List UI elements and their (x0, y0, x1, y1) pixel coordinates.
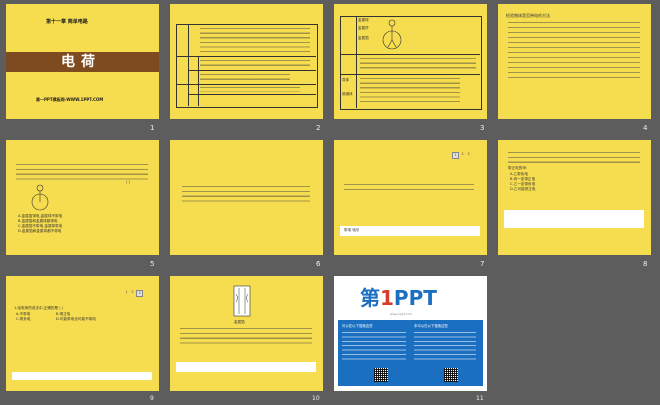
link-list-left (342, 332, 406, 362)
text-lines (180, 328, 312, 344)
table-divider (356, 16, 357, 108)
page-indicator: 1 2 3 (452, 152, 471, 159)
slide-thumbnail-9[interactable]: 1 2 3 1.给电荷的说法中,正确的是 ( ) A.不带电 B.带正电 C.带… (6, 276, 159, 391)
page-1[interactable]: 1 (452, 152, 459, 159)
text-lines (200, 87, 300, 92)
table-divider (340, 74, 480, 75)
slide-thumbnail-2[interactable] (170, 4, 323, 119)
text-lines (508, 22, 640, 82)
text-lines (360, 78, 460, 102)
experiment-figure (233, 285, 251, 317)
text-lines (508, 152, 640, 164)
answer-box (504, 210, 644, 228)
label-metal-foil: 金属箔 (358, 36, 369, 40)
chapter-heading: 第十一章 简单电路 (46, 19, 88, 25)
text-lines (344, 184, 474, 192)
text-lines (200, 74, 290, 82)
electroscope-figure (31, 184, 49, 211)
answer-box (176, 362, 316, 372)
slide-number-10: 10 (312, 395, 320, 402)
table-divider (188, 70, 316, 71)
slide-number-11: 11 (476, 395, 484, 402)
page-2[interactable]: 2 (130, 290, 135, 295)
slide-number-2: 2 (316, 124, 321, 132)
option-c: C.带负电 (16, 317, 31, 321)
figure-caption: 金属箔 (234, 320, 245, 324)
qr-code-icon (444, 368, 458, 382)
slide-thumbnail-10[interactable]: 金属箔 (170, 276, 323, 391)
page-1[interactable]: 1 (124, 290, 129, 295)
table-divider (340, 54, 480, 55)
slide-number-3: 3 (480, 124, 485, 132)
slide-thumbnail-7[interactable]: 1 2 3 带电 吸引 (334, 140, 487, 255)
right-panel-title: 本可以在以下搜索这些 (414, 324, 448, 328)
logo-char-ppt: PPT (393, 286, 437, 310)
site-footer: 第一PPT模板网-WWW.1PPT.COM (36, 97, 104, 102)
slide-thumbnail-11[interactable]: 第1PPT www.1ppt.com 可以在以下搜索这些 本可以在以下搜索这些 (334, 276, 487, 391)
table-divider (176, 56, 316, 57)
answer-option-d: D.金属箔和金属球都不带电 (18, 229, 62, 233)
label-insulator: 绝缘体 (342, 92, 353, 96)
page-3[interactable]: 3 (136, 290, 143, 297)
option-d: D.乙可能带正电 (510, 187, 536, 191)
logo-char-di: 第 (360, 286, 380, 310)
page-indicator: 1 2 3 (124, 290, 143, 297)
slide-title: 电荷 (61, 54, 101, 70)
answer-box (12, 372, 152, 380)
label-metal-rod: 金属杆 (358, 26, 369, 30)
slide-number-5: 5 (150, 260, 155, 268)
slide-heading: 检验物体是否带电的方法 (506, 13, 550, 18)
table-divider (198, 56, 199, 106)
slide-thumbnail-1[interactable]: 第十一章 简单电路 电荷 第一PPT模板网-WWW.1PPT.COM (6, 4, 159, 119)
question-text: 1.给电荷的说法中,正确的是 ( ) (14, 306, 64, 310)
page-3[interactable]: 3 (466, 152, 471, 157)
slide-number-1: 1 (150, 124, 155, 132)
slide-thumbnail-8[interactable]: 带正电的甲: A.乙带负电 B.丙一定带正电 C.乙一定带负电 D.乙可能带正电 (498, 140, 651, 255)
label-metal-ball: 金属球 (358, 18, 369, 22)
slide-thumbnail-4[interactable]: 检验物体是否带电的方法 (498, 4, 651, 119)
question-text-lines (16, 164, 148, 180)
site-url: www.1ppt.com (390, 312, 413, 316)
label-conductor: 导体 (342, 78, 350, 82)
link-list-right (414, 332, 476, 362)
answer-bracket: ( ) (126, 180, 130, 184)
answer-box (340, 226, 480, 236)
text-lines (200, 60, 310, 68)
option-d: D.可能带电也可能不带电 (56, 317, 96, 321)
table-divider (188, 94, 316, 95)
logo-char-one: 1 (380, 286, 394, 310)
text-lines (360, 58, 476, 72)
slide-thumbnail-6[interactable] (170, 140, 323, 255)
ppt-logo: 第1PPT (360, 286, 437, 310)
slide-number-7: 7 (480, 260, 485, 268)
slide-thumbnail-5[interactable]: ( ) A.金属箔带电,金属球不带电 B.金属箔和金属球都带电 C.金属箔不带电… (6, 140, 159, 255)
slide-thumbnail-3[interactable]: 金属球 金属杆 金属箔 导体 绝缘体 (334, 4, 487, 119)
page-2[interactable]: 2 (460, 152, 465, 157)
text-lines (200, 28, 310, 54)
slide-number-4: 4 (643, 124, 648, 132)
slide-number-6: 6 (316, 260, 321, 268)
qr-code-icon (374, 368, 388, 382)
table-divider (176, 84, 316, 85)
answer-text: 带电 吸引 (344, 228, 360, 232)
slide-number-8: 8 (643, 260, 648, 268)
left-panel-title: 可以在以下搜索这些 (342, 324, 373, 328)
text-lines (182, 186, 310, 202)
slide-number-9: 9 (150, 395, 154, 402)
question-lead: 带正电的甲: (508, 166, 528, 170)
electroscope-figure (382, 19, 402, 50)
